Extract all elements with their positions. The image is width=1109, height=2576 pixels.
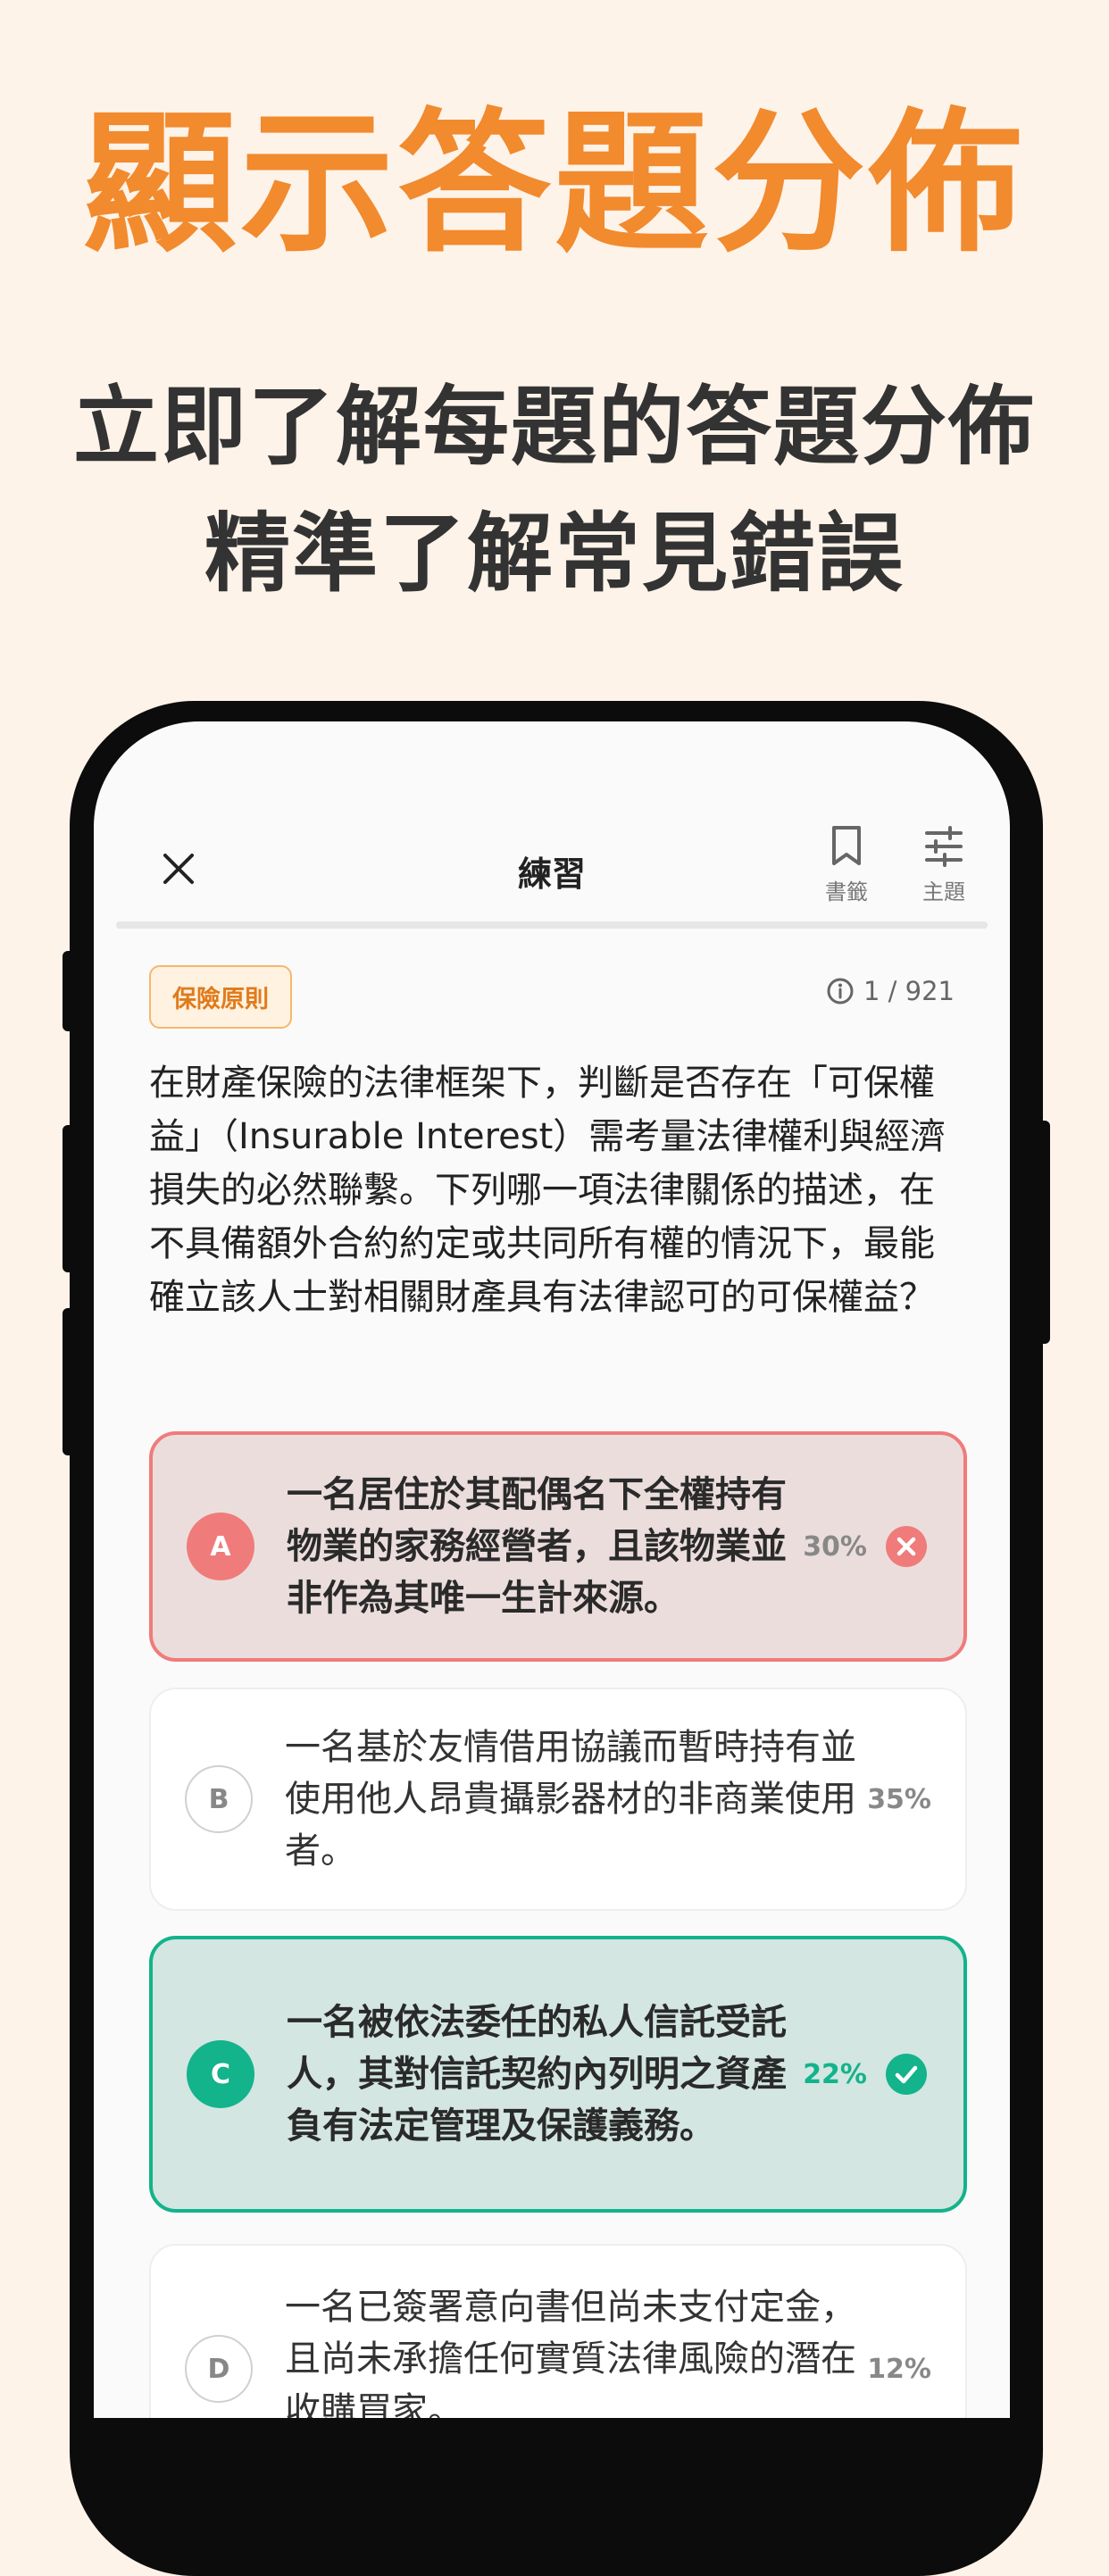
topic-tag: 保險原則 <box>149 965 292 1029</box>
option-text: 一名基於友情借用協議而暫時持有並使用他人昂貴攝影器材的非商業使用者。 <box>285 1727 856 1872</box>
bookmark-button[interactable]: 書籤 <box>806 824 887 905</box>
sliders-icon <box>925 826 963 867</box>
option-letter: D <box>185 2335 253 2403</box>
app-bar: 練習 書籤 主題 <box>94 721 1010 922</box>
info-icon <box>827 978 854 1005</box>
question-text: 在財產保險的法律框架下，判斷是否存在「可保權益」（Insurable Inter… <box>149 1063 946 1318</box>
bookmark-label: 書籤 <box>825 880 868 905</box>
option-c[interactable]: C 一名被依法委任的私人信託受託人，其對信託契約內列明之資產負有法定管理及保護義… <box>149 1936 967 2213</box>
question-counter-text: 1 / 921 <box>863 976 955 1006</box>
wrong-icon <box>886 1526 927 1567</box>
check-icon <box>886 2054 927 2095</box>
option-d[interactable]: D 一名已簽署意向書但尚未支付定金，且尚未承擔任何實質法律風險的潛在收購買家。 … <box>149 2244 967 2418</box>
theme-label: 主題 <box>922 880 965 905</box>
promo-subline-2: 精準了解常見錯誤 <box>204 504 905 604</box>
question-counter: 1 / 921 <box>826 976 955 1006</box>
option-b[interactable]: B 一名基於友情借用協議而暫時持有並使用他人昂貴攝影器材的非商業使用者。 35% <box>149 1688 967 1911</box>
theme-button[interactable]: 主題 <box>904 824 984 905</box>
option-text: 一名居住於其配偶名下全權持有物業的家務經營者，且該物業並非作為其唯一生計來源。 <box>287 1474 787 1619</box>
phone-power-button <box>1038 1121 1050 1344</box>
option-percent: 22% <box>803 2058 867 2090</box>
progress-bar <box>116 921 988 929</box>
option-text: 一名被依法委任的私人信託受託人，其對信託契約內列明之資產負有法定管理及保護義務。 <box>287 2002 787 2147</box>
promo-headline: 顯示答題分佈 <box>83 94 1026 273</box>
progress-fill <box>116 921 988 929</box>
option-letter: C <box>187 2040 254 2108</box>
app-screen: 練習 書籤 主題 保險原則 1 / 921 在財產保險的法律框架下，判斷是否存在… <box>94 721 1010 2418</box>
option-letter: B <box>185 1765 253 1833</box>
option-letter: A <box>187 1513 254 1580</box>
phone-volume-up <box>63 1125 75 1272</box>
phone-volume-down <box>63 1308 75 1455</box>
promo-subline-1: 立即了解每題的答題分佈 <box>73 377 1036 477</box>
bookmark-icon <box>832 826 861 865</box>
option-a[interactable]: A 一名居住於其配偶名下全權持有物業的家務經營者，且該物業並非作為其唯一生計來源… <box>149 1431 967 1662</box>
option-percent: 35% <box>867 1783 931 1815</box>
option-percent: 30% <box>803 1530 867 1563</box>
phone-side-button <box>63 951 75 1031</box>
option-text: 一名已簽署意向書但尚未支付定金，且尚未承擔任何實質法律風險的潛在收購買家。 <box>285 2287 856 2418</box>
option-percent: 12% <box>867 2353 931 2385</box>
